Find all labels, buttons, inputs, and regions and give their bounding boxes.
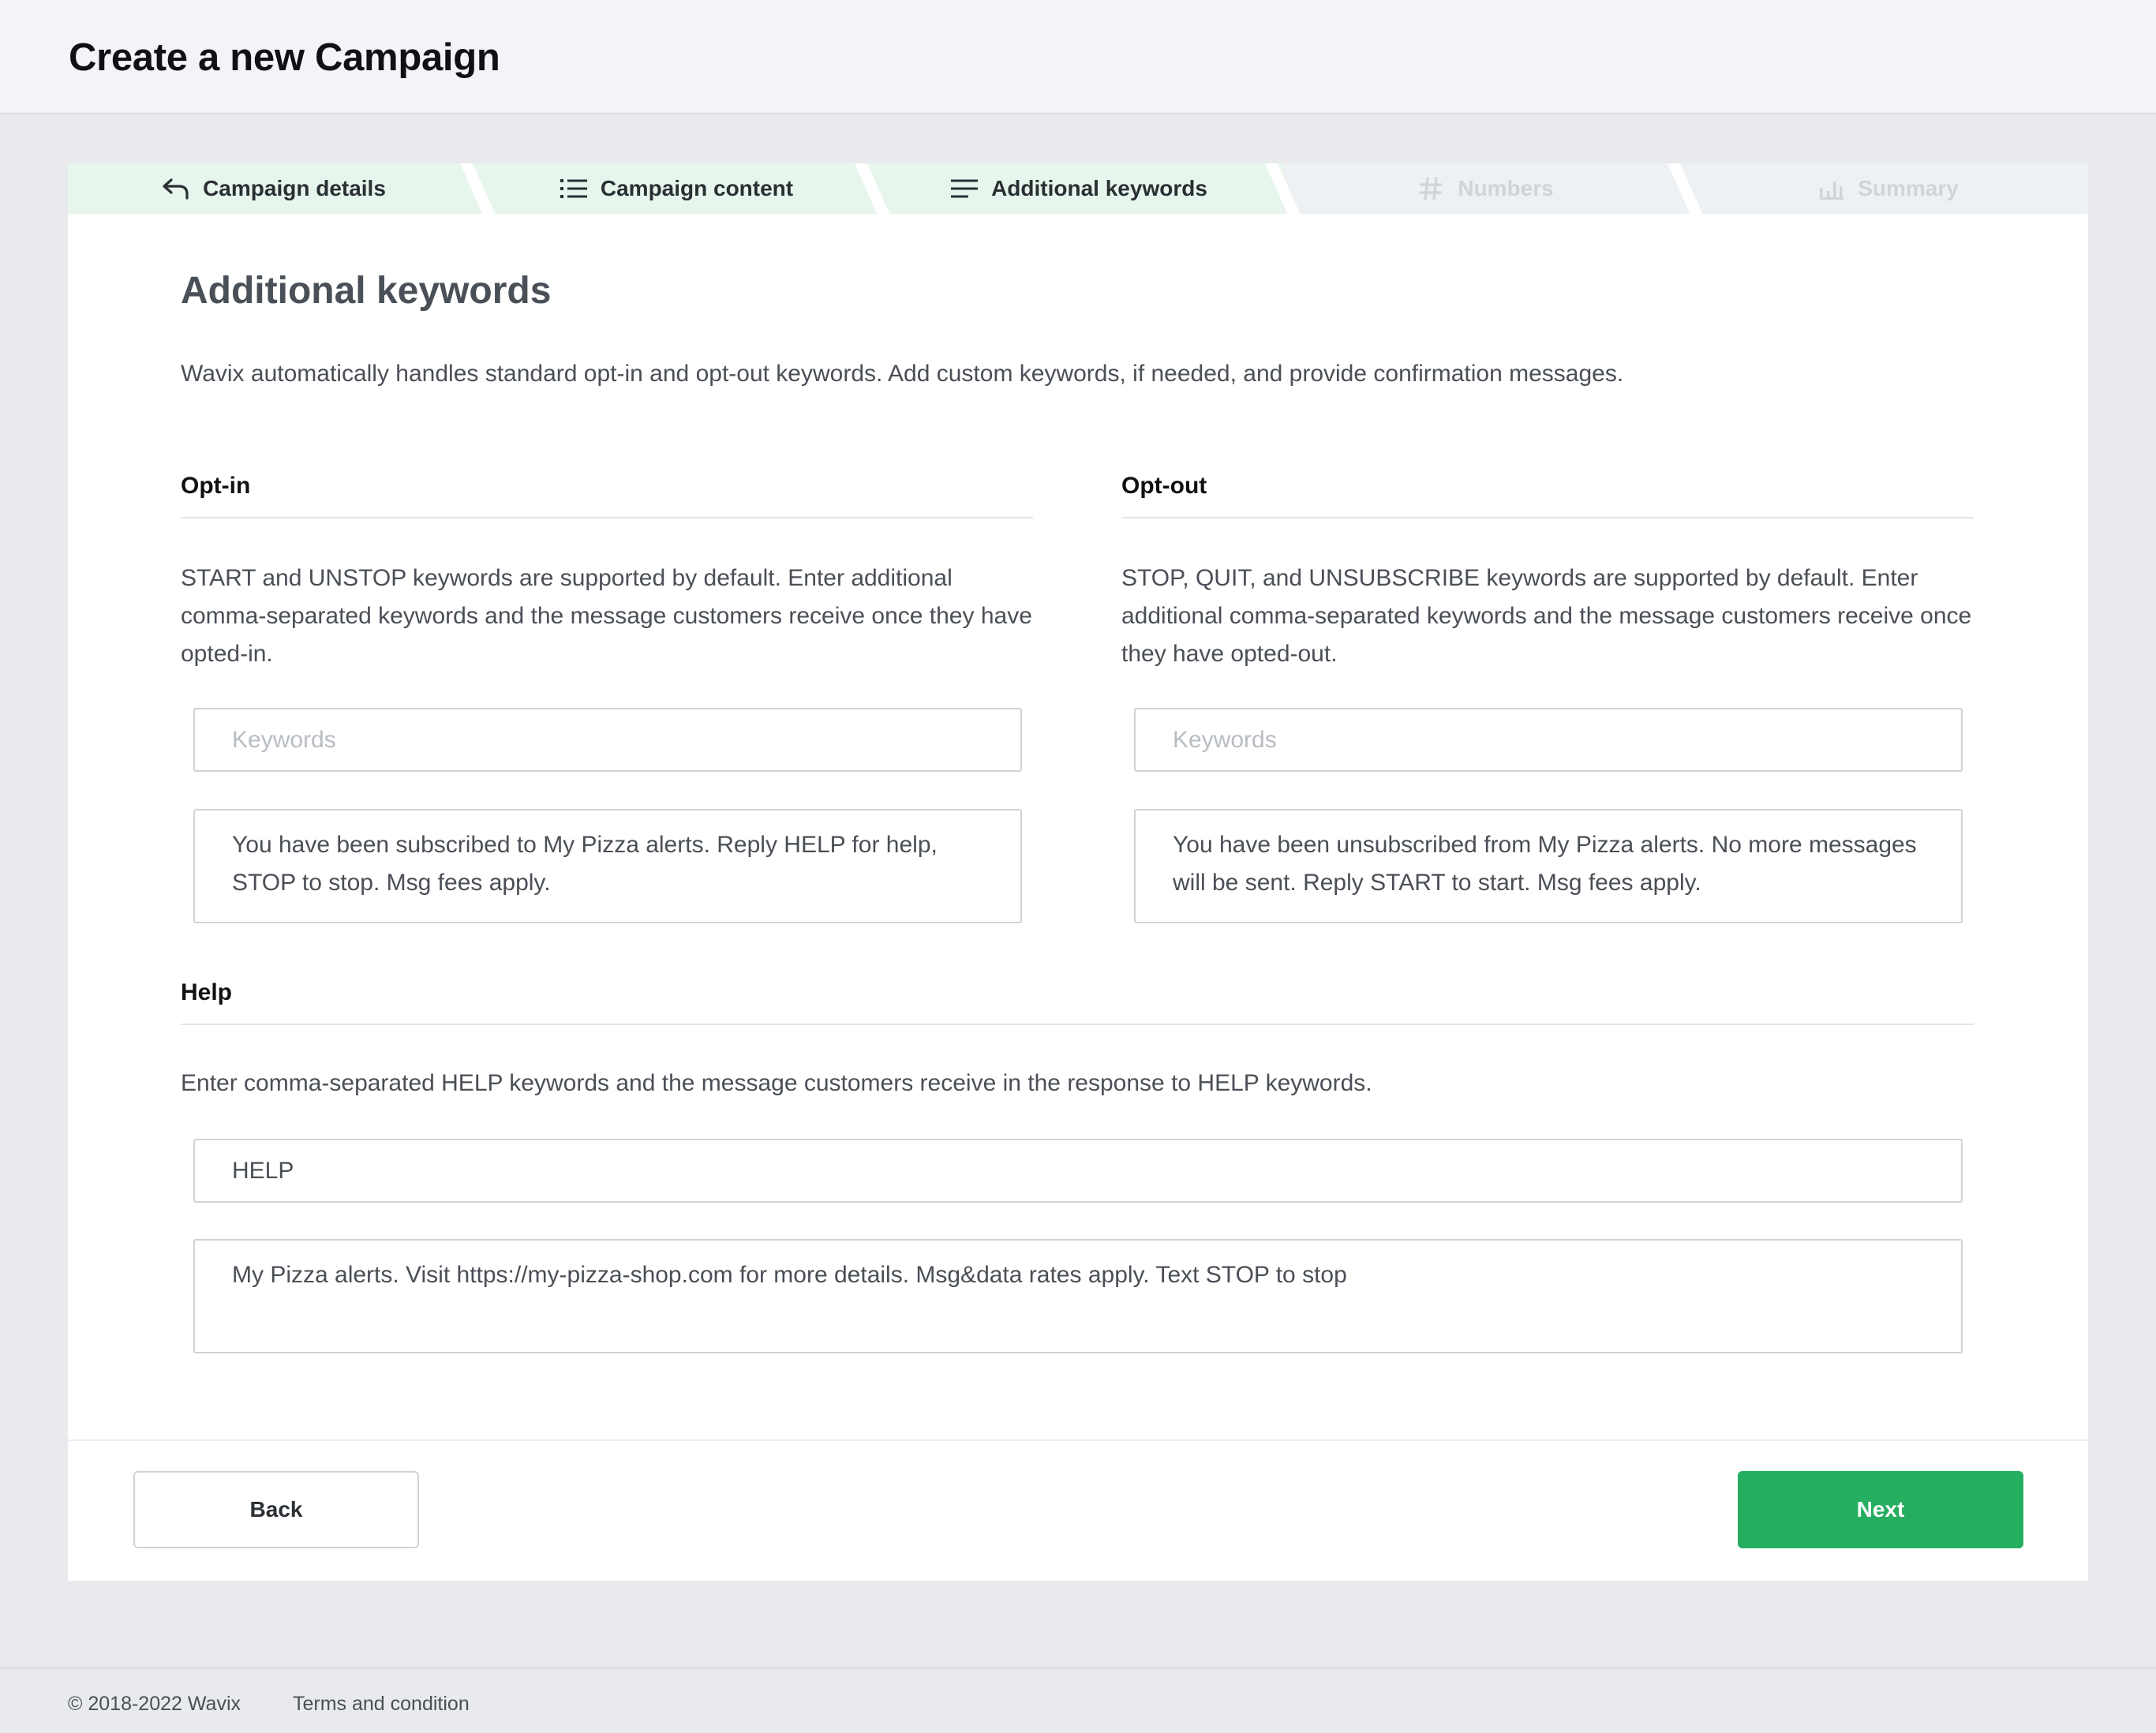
actions-divider bbox=[68, 1439, 2088, 1441]
optout-divider bbox=[1121, 517, 1974, 518]
top-bar: Create a new Campaign bbox=[0, 0, 2156, 114]
wizard-stepper: Campaign details Campaign content Additi… bbox=[68, 163, 2088, 214]
optout-keywords-input[interactable]: Keywords bbox=[1134, 708, 1963, 772]
hash-icon bbox=[1415, 173, 1447, 204]
step-label: Additional keywords bbox=[991, 176, 1207, 200]
reply-arrow-icon bbox=[160, 173, 192, 204]
optout-message-textarea[interactable]: You have been unsubscribed from My Pizza… bbox=[1134, 809, 1963, 923]
optout-description: STOP, QUIT, and UNSUBSCRIBE keywords are… bbox=[1121, 565, 1972, 667]
step-label: Summary bbox=[1858, 176, 1959, 200]
section-intro: Wavix automatically handles standard opt… bbox=[181, 361, 1624, 387]
help-description: Enter comma-separated HELP keywords and … bbox=[181, 1070, 1372, 1096]
bar-chart-icon bbox=[1815, 173, 1847, 204]
campaign-wizard-card: Campaign details Campaign content Additi… bbox=[68, 163, 2088, 1581]
step-label: Campaign content bbox=[600, 176, 794, 200]
step-additional-keywords[interactable]: Additional keywords bbox=[873, 163, 1283, 214]
section-title: Additional keywords bbox=[181, 270, 552, 312]
terms-link[interactable]: Terms and condition bbox=[293, 1693, 470, 1716]
page-title: Create a new Campaign bbox=[69, 36, 500, 79]
step-label: Campaign details bbox=[203, 176, 386, 200]
help-message-textarea[interactable]: My Pizza alerts. Visit https://my-pizza-… bbox=[193, 1239, 1963, 1353]
optin-divider bbox=[181, 517, 1033, 518]
optin-description: START and UNSTOP keywords are supported … bbox=[181, 565, 1032, 667]
step-summary[interactable]: Summary bbox=[1686, 163, 2088, 214]
step-label: Numbers bbox=[1458, 176, 1554, 200]
help-divider bbox=[181, 1024, 1974, 1025]
optout-heading: Opt-out bbox=[1121, 473, 1207, 499]
help-heading: Help bbox=[181, 979, 233, 1005]
text-lines-icon bbox=[949, 173, 980, 204]
back-button[interactable]: Back bbox=[133, 1471, 419, 1548]
step-numbers[interactable]: Numbers bbox=[1283, 163, 1686, 214]
step-campaign-details[interactable]: Campaign details bbox=[68, 163, 478, 214]
list-icon bbox=[558, 173, 590, 204]
optin-message-textarea[interactable]: You have been subscribed to My Pizza ale… bbox=[193, 809, 1022, 923]
page-footer: © 2018-2022 Wavix Terms and condition bbox=[0, 1667, 2156, 1733]
step-campaign-content[interactable]: Campaign content bbox=[478, 163, 873, 214]
next-button[interactable]: Next bbox=[1738, 1471, 2023, 1548]
help-keywords-input[interactable]: HELP bbox=[193, 1139, 1963, 1203]
optin-keywords-input[interactable]: Keywords bbox=[193, 708, 1022, 772]
copyright-text: © 2018-2022 Wavix bbox=[68, 1693, 241, 1715]
optin-heading: Opt-in bbox=[181, 473, 251, 499]
